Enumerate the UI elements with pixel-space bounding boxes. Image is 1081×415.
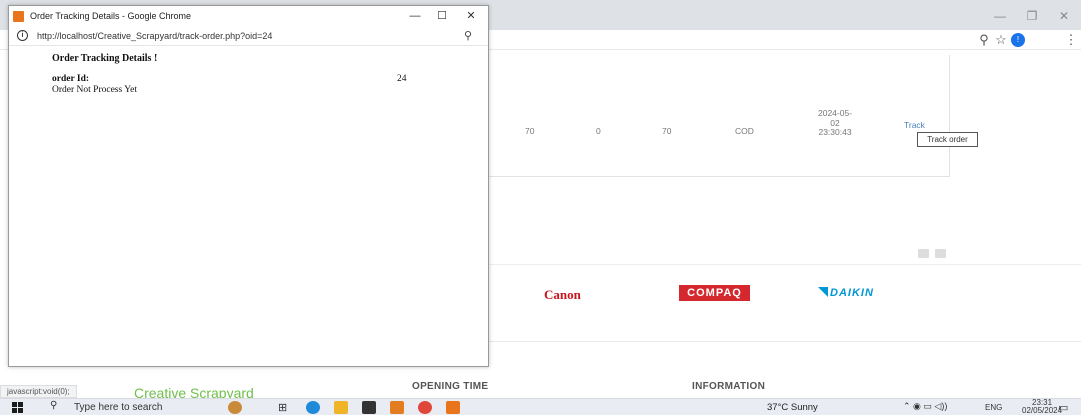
popup-url[interactable]: http://localhost/Creative_Scrapyard/trac… xyxy=(37,31,272,41)
start-button[interactable] xyxy=(12,402,23,413)
clock-date: 02/05/2024 xyxy=(1022,406,1063,415)
divider xyxy=(488,264,1081,265)
carousel-prev-button[interactable] xyxy=(918,249,929,258)
order-tracking-popup: Order Tracking Details - Google Chrome —… xyxy=(8,5,489,367)
order-cell: 70 xyxy=(662,126,672,136)
task-view-icon[interactable]: ⊞ xyxy=(278,401,292,414)
popup-title: Order Tracking Details - Google Chrome xyxy=(30,11,192,21)
order-cell: 70 xyxy=(525,126,535,136)
popup-address-bar[interactable]: i http://localhost/Creative_Scrapyard/tr… xyxy=(9,27,488,46)
order-date-cell: 2024-05- 02 23:30:43 xyxy=(818,108,852,138)
order-cell: 0 xyxy=(596,126,601,136)
track-order-tooltip: Track order xyxy=(917,132,978,147)
divider xyxy=(488,341,1081,342)
close-icon[interactable]: ✕ xyxy=(1054,8,1074,24)
zoom-icon[interactable]: ⚲ xyxy=(975,32,993,48)
status-bar-link: javascript:void(0); xyxy=(0,385,77,398)
notification-icon[interactable]: ▭ xyxy=(1058,401,1068,414)
maximize-icon[interactable]: ☐ xyxy=(434,9,450,23)
bookmark-star-icon[interactable]: ☆ xyxy=(992,32,1010,48)
weather-widget[interactable]: 37°C Sunny xyxy=(767,402,818,413)
page-title: Order Tracking Details ! xyxy=(52,53,158,64)
brand-logo-daikin[interactable]: DAIKIN xyxy=(818,287,874,299)
brand-daikin-text: DAIKIN xyxy=(830,287,874,299)
brand-logo-compaq[interactable]: COMPAQ xyxy=(679,285,750,301)
close-icon[interactable]: ✕ xyxy=(463,9,479,23)
site-info-icon[interactable]: i xyxy=(17,30,28,41)
windows-taskbar: ⚲ Type here to search ⊞ 37°C Sunny ⌃ ◉ ▭… xyxy=(0,398,1081,415)
restore-icon[interactable]: ❐ xyxy=(1022,8,1042,24)
carousel-next-button[interactable] xyxy=(935,249,946,258)
popup-titlebar[interactable]: Order Tracking Details - Google Chrome —… xyxy=(9,6,488,27)
mail-icon[interactable] xyxy=(362,401,376,414)
taskbar-app-icon[interactable] xyxy=(228,401,242,414)
edge-browser-icon[interactable] xyxy=(306,401,320,414)
taskbar-search-placeholder: Type here to search xyxy=(74,402,163,413)
favicon-icon xyxy=(13,11,24,22)
minimize-icon[interactable]: — xyxy=(407,9,423,23)
profile-avatar[interactable]: ! xyxy=(1011,33,1025,47)
file-explorer-icon[interactable] xyxy=(334,401,348,414)
minimize-icon[interactable]: — xyxy=(990,8,1010,24)
footer-heading-information: INFORMATION xyxy=(692,381,766,392)
taskbar-search[interactable]: ⚲ Type here to search xyxy=(32,400,202,415)
zoom-icon[interactable]: ⚲ xyxy=(464,29,472,42)
system-tray-icons[interactable]: ⌃ ◉ ▭ ◁)) xyxy=(903,401,947,412)
chrome-icon[interactable] xyxy=(418,401,432,414)
order-id-label: order Id: xyxy=(52,74,90,84)
payment-method-cell: COD xyxy=(735,126,754,136)
clock[interactable]: 23:31 02/05/2024 xyxy=(1022,399,1062,415)
order-id-value: 24 xyxy=(397,74,407,84)
daikin-mark-icon xyxy=(818,287,828,297)
track-order-link[interactable]: Track xyxy=(904,120,925,130)
brand-logo-canon[interactable]: Canon xyxy=(544,287,581,303)
search-icon: ⚲ xyxy=(50,400,58,411)
order-time-line: 23:30:43 xyxy=(818,127,852,137)
xampp-icon[interactable] xyxy=(446,401,460,414)
language-indicator[interactable]: ENG xyxy=(985,403,1002,412)
sublime-icon[interactable] xyxy=(390,401,404,414)
footer-heading-opening-time: OPENING TIME xyxy=(412,381,489,392)
order-status-text: Order Not Process Yet xyxy=(52,85,137,95)
menu-dots-icon[interactable]: ⋮ xyxy=(1062,32,1080,48)
order-table xyxy=(488,55,950,177)
